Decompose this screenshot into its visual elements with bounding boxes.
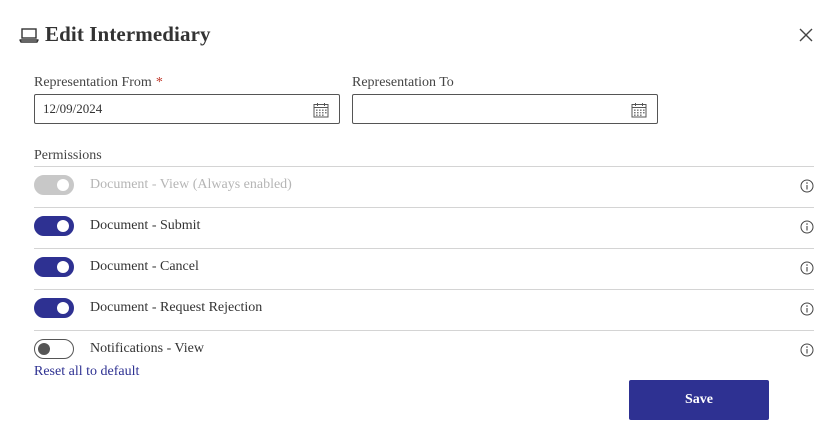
info-icon[interactable] <box>800 261 814 275</box>
calendar-icon[interactable] <box>631 102 647 118</box>
dialog-title: Edit Intermediary <box>45 22 211 46</box>
permission-label: Document - Submit <box>90 218 201 233</box>
toggle-knob <box>57 302 69 314</box>
permission-row: Document - Request Rejection <box>34 289 814 330</box>
info-icon[interactable] <box>800 343 814 357</box>
permission-row: Document - Submit <box>34 207 814 248</box>
representation-from-field <box>34 94 340 124</box>
permission-toggle <box>34 175 74 195</box>
permission-label: Document - Request Rejection <box>90 300 263 315</box>
close-icon[interactable] <box>797 26 815 44</box>
calendar-icon[interactable] <box>313 102 329 118</box>
laptop-icon <box>19 27 39 43</box>
permission-row: Document - Cancel <box>34 248 814 289</box>
toggle-knob <box>38 343 50 355</box>
representation-from-label-text: Representation From <box>34 75 152 90</box>
permission-row: Document - View (Always enabled) <box>34 166 814 207</box>
permission-toggle[interactable] <box>34 257 74 277</box>
reset-to-default-link[interactable]: Reset all to default <box>34 364 139 380</box>
representation-from-input[interactable] <box>43 101 283 117</box>
representation-to-input[interactable] <box>361 101 601 117</box>
info-icon[interactable] <box>800 302 814 316</box>
toggle-knob <box>57 261 69 273</box>
info-icon[interactable] <box>800 179 814 193</box>
permission-toggle[interactable] <box>34 339 74 359</box>
representation-to-field <box>352 94 658 124</box>
permission-label: Document - Cancel <box>90 259 199 274</box>
permission-label: Notifications - View <box>90 341 204 356</box>
toggle-knob <box>57 220 69 232</box>
representation-to-label: Representation To <box>352 75 454 90</box>
info-icon[interactable] <box>800 220 814 234</box>
permission-toggle[interactable] <box>34 216 74 236</box>
dialog-header: Edit Intermediary <box>19 22 211 47</box>
save-button[interactable]: Save <box>629 380 769 420</box>
toggle-knob <box>57 179 69 191</box>
representation-from-label: Representation From * <box>34 75 163 91</box>
permissions-label: Permissions <box>34 148 102 163</box>
required-marker: * <box>155 75 163 90</box>
permissions-list: Document - View (Always enabled) Documen… <box>34 166 814 371</box>
permission-label: Document - View (Always enabled) <box>90 177 292 192</box>
permission-row: Notifications - View <box>34 330 814 371</box>
permission-toggle[interactable] <box>34 298 74 318</box>
